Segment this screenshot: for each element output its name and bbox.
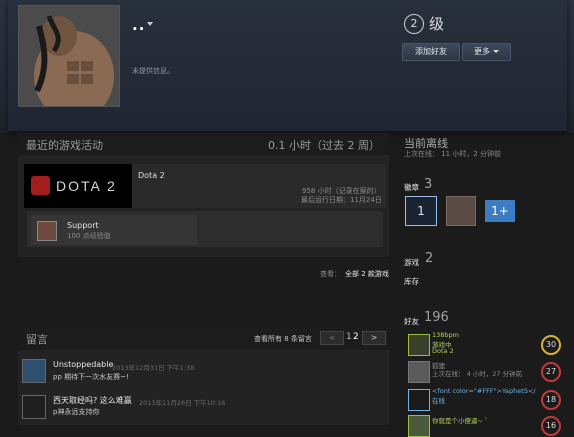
persona-name[interactable]: ..: [132, 16, 145, 34]
friend-name[interactable]: 你就是个小傻逼~ ﾟ: [432, 415, 488, 425]
comment-text: p神永远支持你: [53, 408, 100, 416]
achievement-exp: 100 点经验值: [67, 232, 111, 240]
comment-avatar[interactable]: [22, 395, 46, 419]
comment-author[interactable]: 西天取经吗? 这么难赢: [53, 395, 132, 406]
comment-avatar[interactable]: [22, 359, 46, 383]
friend-avatar[interactable]: [408, 334, 430, 356]
games-label[interactable]: 游戏: [404, 257, 419, 268]
prev-page-button[interactable]: <: [320, 331, 344, 345]
level-badge: 2: [404, 14, 424, 34]
view-all-games-link[interactable]: 全部 2 款游戏: [345, 269, 389, 279]
friends-count: 196: [424, 310, 449, 325]
friend-level: 27: [541, 362, 561, 382]
friend-name[interactable]: 138bpm: [432, 331, 459, 339]
games-count: 2: [425, 251, 434, 266]
badges-label[interactable]: 徽章: [404, 182, 419, 193]
chevron-down-icon: [493, 50, 499, 53]
friend-game: Dota 2: [432, 347, 454, 355]
add-friend-button[interactable]: 添加好友: [402, 43, 460, 61]
comment-text: pp 期待下一次水友赛~!: [53, 373, 129, 381]
game-last-played: 最后运行日期：11月24日: [301, 196, 382, 204]
game-name[interactable]: Dota 2: [138, 171, 165, 180]
page-2-current: 2: [353, 332, 359, 342]
next-page-button[interactable]: >: [362, 331, 386, 345]
friend-level: 16: [541, 416, 561, 436]
profile-summary: 未提供信息。: [132, 67, 174, 75]
dota-logo-icon: [31, 176, 50, 195]
friend-name[interactable]: <font color="#FFF">YaphetS</: [432, 387, 536, 395]
friends-label[interactable]: 好友: [404, 316, 419, 327]
badge-icon[interactable]: [446, 196, 476, 226]
game-banner-text: DOTA 2: [56, 178, 117, 194]
comments-title: 留言: [26, 333, 48, 346]
badges-count: 3: [424, 177, 433, 192]
inventory-link[interactable]: 库存: [404, 276, 419, 287]
friend-status: 上次在线： 4 小时，27 分钟前: [432, 370, 523, 378]
badge-icon[interactable]: 1: [405, 196, 437, 226]
friend-avatar[interactable]: [408, 361, 430, 383]
persona-dropdown-icon[interactable]: [147, 22, 153, 26]
recent-hours: 0.1 小时（过去 2 周）: [268, 139, 380, 152]
friend-status: 在线: [432, 397, 445, 405]
profile-avatar[interactable]: [18, 5, 120, 107]
avatar-image: [19, 6, 119, 106]
more-button[interactable]: 更多: [462, 43, 511, 61]
achievement-icon: [37, 221, 57, 241]
view-all-comments-link[interactable]: 查看所有 8 条留言: [254, 334, 312, 344]
achievement-name: Support: [67, 221, 99, 230]
more-label: 更多: [474, 47, 490, 56]
badge-icon[interactable]: 1+: [485, 200, 515, 222]
friend-avatar[interactable]: [408, 415, 430, 437]
view-all-prefix: 查看：: [320, 270, 341, 278]
comment-time: 2013年11月26日 下午10:16: [139, 399, 226, 407]
friend-avatar[interactable]: [408, 389, 430, 411]
level-label: 级: [429, 15, 445, 33]
last-online: 上次在线： 11 小时，2 分钟前: [404, 150, 502, 158]
page-1-link[interactable]: 1: [346, 332, 352, 342]
friend-level: 18: [541, 390, 561, 410]
friend-level: 30: [541, 335, 561, 355]
comment-time: 2013年12月31日 下午1:38: [112, 364, 195, 372]
comment-author[interactable]: Unstoppedable: [53, 360, 113, 369]
recent-activity-title: 最近的游戏活动: [26, 139, 103, 152]
